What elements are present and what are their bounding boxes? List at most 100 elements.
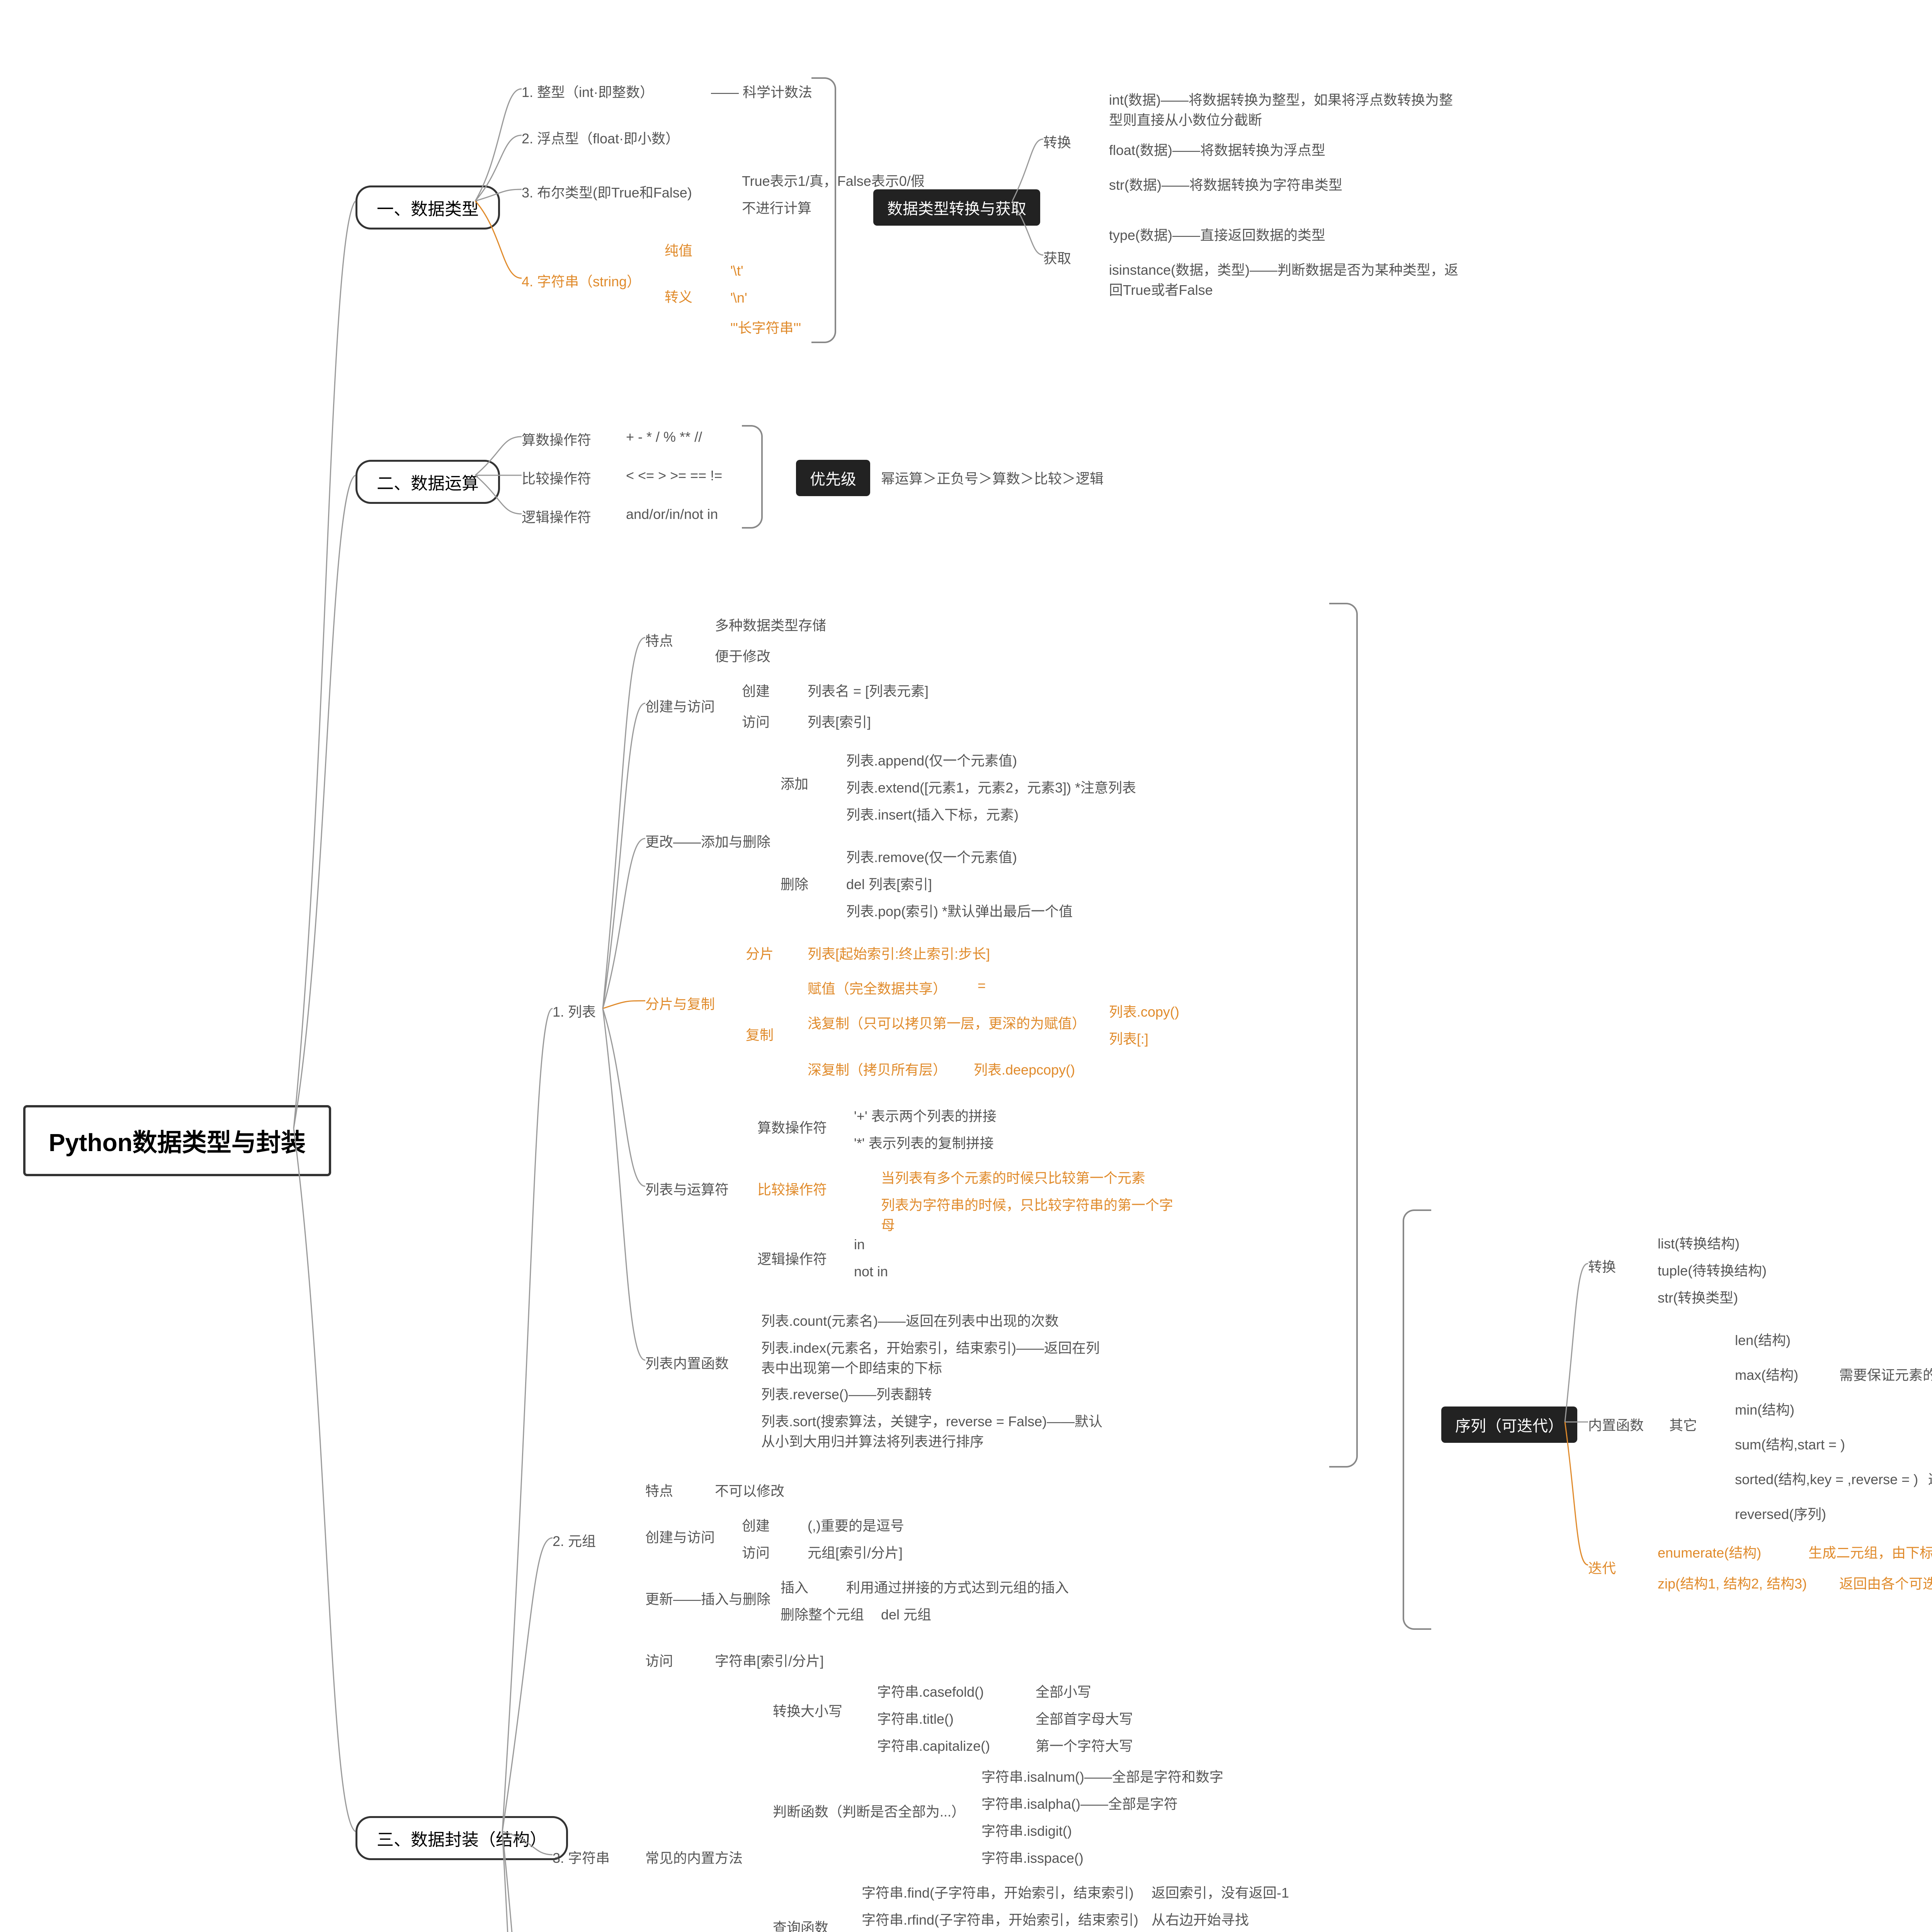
n-t-f1: 不可以修改: [715, 1480, 784, 1500]
n-arith-v: + - * / % ** //: [626, 429, 702, 445]
n-st-sf: 查询函数: [773, 1917, 828, 1932]
n-bool-f: 不进行计算: [742, 197, 811, 217]
n-l-cv[interactable]: 创建与访问: [645, 696, 715, 716]
n-l-b2: 列表.index(元素名，开始索引，结束索引)——返回在列表中出现第一个即结束的…: [761, 1337, 1109, 1377]
n-str-e3: '"长字符串"': [730, 317, 801, 337]
n-l-c2v: 列表[索引]: [808, 711, 871, 731]
n-l-c1: 创建: [742, 680, 770, 700]
n-seq-o3: min(结构): [1735, 1399, 1794, 1419]
n-st-s1: 字符串.find(子字符串，开始索引，结束索引): [862, 1882, 1134, 1902]
n-st-cc2: 字符串.title(): [877, 1708, 954, 1728]
n-int-d: —— 科学计数法: [711, 81, 812, 101]
n-seq-o1: len(结构): [1735, 1329, 1791, 1349]
n-st-bi[interactable]: 常见的内置方法: [645, 1847, 743, 1867]
n-t-cv: 创建与访问: [645, 1526, 715, 1546]
n-l-add[interactable]: 添加: [781, 773, 808, 793]
n-l-sc1: 分片: [746, 943, 774, 963]
n-logic-v: and/or/in/not in: [626, 506, 718, 522]
n-seq-o4: sum(结构,start = ): [1735, 1434, 1845, 1454]
n-str-e1: '\t': [730, 263, 743, 279]
n-float[interactable]: 2. 浮点型（float·即小数）: [522, 128, 679, 148]
n-seq-bi[interactable]: 内置函数: [1588, 1414, 1644, 1434]
n-seq-cv[interactable]: 转换: [1588, 1256, 1616, 1276]
n-st-s1d: 返回索引，没有返回-1: [1151, 1882, 1289, 1902]
n-t-c2v: 元组[索引/分片]: [808, 1542, 903, 1562]
n-t-c1v: (,)重要的是逗号: [808, 1515, 904, 1535]
n-st-cc2d: 全部首字母大写: [1036, 1708, 1133, 1728]
n-l-d2: del 列表[索引]: [846, 873, 932, 893]
n-l-a1: 列表.append(仅一个元素值): [846, 750, 1017, 770]
n-seq-o2: max(结构): [1735, 1364, 1798, 1384]
n-st-vv: 字符串[索引/分片]: [715, 1650, 824, 1670]
n-logic[interactable]: 逻辑操作符: [522, 506, 591, 526]
n-t-m1v: 利用通过拼接的方式达到元组的插入: [846, 1577, 1069, 1597]
n-l-b4: 列表.sort(搜索算法，关键字，reverse = False)——默认从小到…: [761, 1410, 1109, 1451]
n-l-op[interactable]: 列表与运算符: [645, 1179, 729, 1199]
n-l-sc[interactable]: 分片与复制: [645, 993, 715, 1013]
bracket-list-right: [1329, 603, 1358, 1468]
n-cmp[interactable]: 比较操作符: [522, 468, 591, 488]
pill-prio[interactable]: 优先级: [796, 460, 870, 496]
n-l-f2: 便于修改: [715, 645, 770, 665]
n-prio: 幂运算＞正负号＞算数＞比较＞逻辑: [881, 468, 1104, 488]
n-l-sc31b: 列表[:]: [1109, 1028, 1148, 1048]
n-l-sc3: 复制: [746, 1024, 774, 1044]
n-arith[interactable]: 算数操作符: [522, 429, 591, 449]
n-cmp-v: < <= > >= == !=: [626, 468, 722, 484]
n-l-del[interactable]: 删除: [781, 873, 808, 893]
n-l-f1: 多种数据类型存储: [715, 614, 826, 634]
n-l-op3: 逻辑操作符: [757, 1248, 827, 1268]
n-l-op2b: 列表为字符串的时候，只比较字符串的第一个字母: [881, 1194, 1182, 1234]
connector-lines: [0, 0, 1932, 1932]
n-l-c1v: 列表名 = [列表元素]: [808, 680, 929, 700]
n-l-op3a: in: [854, 1236, 865, 1253]
n-t-m2: 删除整个元组: [781, 1604, 864, 1624]
pill-conv[interactable]: 数据类型转换与获取: [873, 189, 1040, 226]
n-seq-ot: 其它: [1669, 1414, 1697, 1434]
n-st-s2d: 从右边开始寻找: [1151, 1909, 1249, 1929]
n-list[interactable]: 1. 列表: [553, 1001, 596, 1021]
n-l-op3b: not in: [854, 1264, 888, 1280]
n-l-bi[interactable]: 列表内置函数: [645, 1352, 729, 1372]
n-l-c2: 访问: [742, 711, 770, 731]
n-tuple[interactable]: 2. 元组: [553, 1530, 596, 1550]
n-t-c2: 访问: [742, 1542, 770, 1562]
n-seq-cv1: list(转换结构): [1658, 1233, 1740, 1253]
n-conv-int: int(数据)——将数据转换为整型，如果将浮点数转换为整型则直接从小数位分截断: [1109, 89, 1464, 129]
n-l-sc32: 深复制（拷贝所有层）: [808, 1059, 947, 1079]
n-get-type: type(数据)——直接返回数据的类型: [1109, 224, 1325, 244]
n-l-a2: 列表.extend([元素1，元素2，元素3]) *注意列表: [846, 777, 1136, 797]
section-3[interactable]: 三、数据封装（结构）: [355, 1816, 568, 1860]
n-int[interactable]: 1. 整型（int·即整数）: [522, 81, 654, 101]
n-t-ft: 特点: [645, 1480, 673, 1500]
n-seq-it1: enumerate(结构): [1658, 1542, 1761, 1562]
n-str[interactable]: 4. 字符串（string）: [522, 270, 641, 291]
n-str-e2: '\n': [730, 290, 747, 306]
n-l-op2a: 当列表有多个元素的时候只比较第一个元素: [881, 1167, 1145, 1187]
n-get-is: isinstance(数据，类型)——判断数据是否为某种类型，返回True或者F…: [1109, 259, 1464, 299]
n-seq-cv2: tuple(待转换结构): [1658, 1260, 1767, 1280]
n-l-mod[interactable]: 更改——添加与删除: [645, 831, 770, 851]
n-st-j1: 字符串.isalnum()——全部是字符和数字: [981, 1766, 1223, 1786]
n-seq-it[interactable]: 迭代: [1588, 1557, 1616, 1577]
n-seq-o5d: 返回新列表，sort()原地排序: [1928, 1468, 1932, 1488]
n-string[interactable]: 3. 字符串: [553, 1847, 610, 1867]
n-l-op1a: '+' 表示两个列表的拼接: [854, 1105, 997, 1125]
section-1[interactable]: 一、数据类型: [355, 185, 500, 230]
bracket-seq-left: [1403, 1209, 1431, 1630]
n-l-b3: 列表.reverse()——列表翻转: [761, 1383, 932, 1403]
pill-seq[interactable]: 序列（可迭代）: [1441, 1406, 1577, 1443]
section-2[interactable]: 二、数据运算: [355, 460, 500, 504]
n-seq-it2: zip(结构1, 结构2, 结构3): [1658, 1573, 1807, 1593]
n-l-sc31: 浅复制（只可以拷贝第一层，更深的为赋值）: [808, 1012, 1086, 1032]
n-l-ft[interactable]: 特点: [645, 630, 673, 650]
n-conv[interactable]: 转换: [1043, 131, 1071, 151]
n-bool[interactable]: 3. 布尔类型(即True和False): [522, 182, 692, 202]
n-st-v: 访问: [645, 1650, 673, 1670]
n-seq-o2d: 需要保证元素的类型一致: [1839, 1364, 1932, 1384]
n-l-op2: 比较操作符: [757, 1179, 827, 1199]
n-st-cc: 转换大小写: [773, 1700, 842, 1720]
n-st-cc3d: 第一个字符大写: [1036, 1735, 1133, 1755]
n-get[interactable]: 获取: [1043, 247, 1071, 267]
root-node[interactable]: Python数据类型与封装: [23, 1105, 331, 1176]
